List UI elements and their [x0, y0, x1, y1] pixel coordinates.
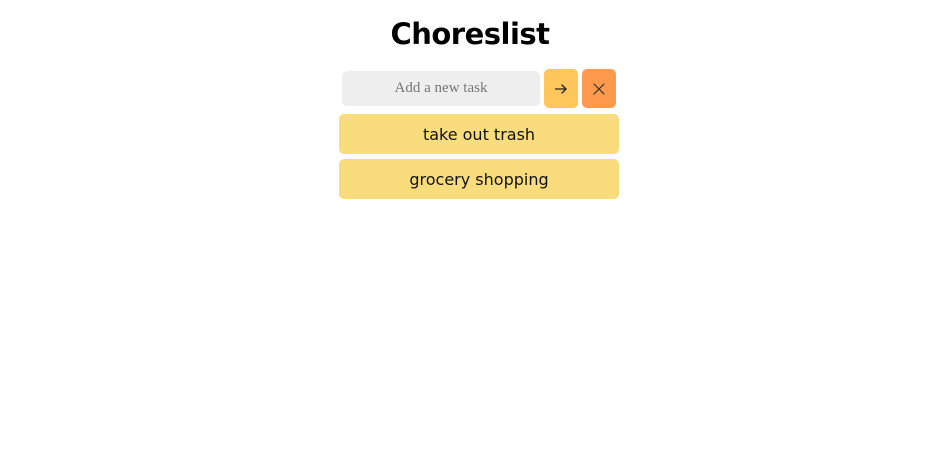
task-list: take out trash grocery shopping [339, 114, 619, 204]
clear-tasks-button[interactable] [582, 69, 616, 108]
list-item[interactable]: take out trash [339, 114, 619, 154]
close-icon [592, 82, 606, 96]
add-task-button[interactable] [544, 69, 578, 108]
page-title: Choreslist [390, 17, 550, 51]
new-task-input[interactable] [342, 71, 540, 106]
app-root: Choreslist take out trash grocery shoppi… [0, 0, 940, 459]
arrow-right-icon [554, 82, 568, 96]
new-task-form [342, 69, 616, 108]
list-item[interactable]: grocery shopping [339, 159, 619, 199]
